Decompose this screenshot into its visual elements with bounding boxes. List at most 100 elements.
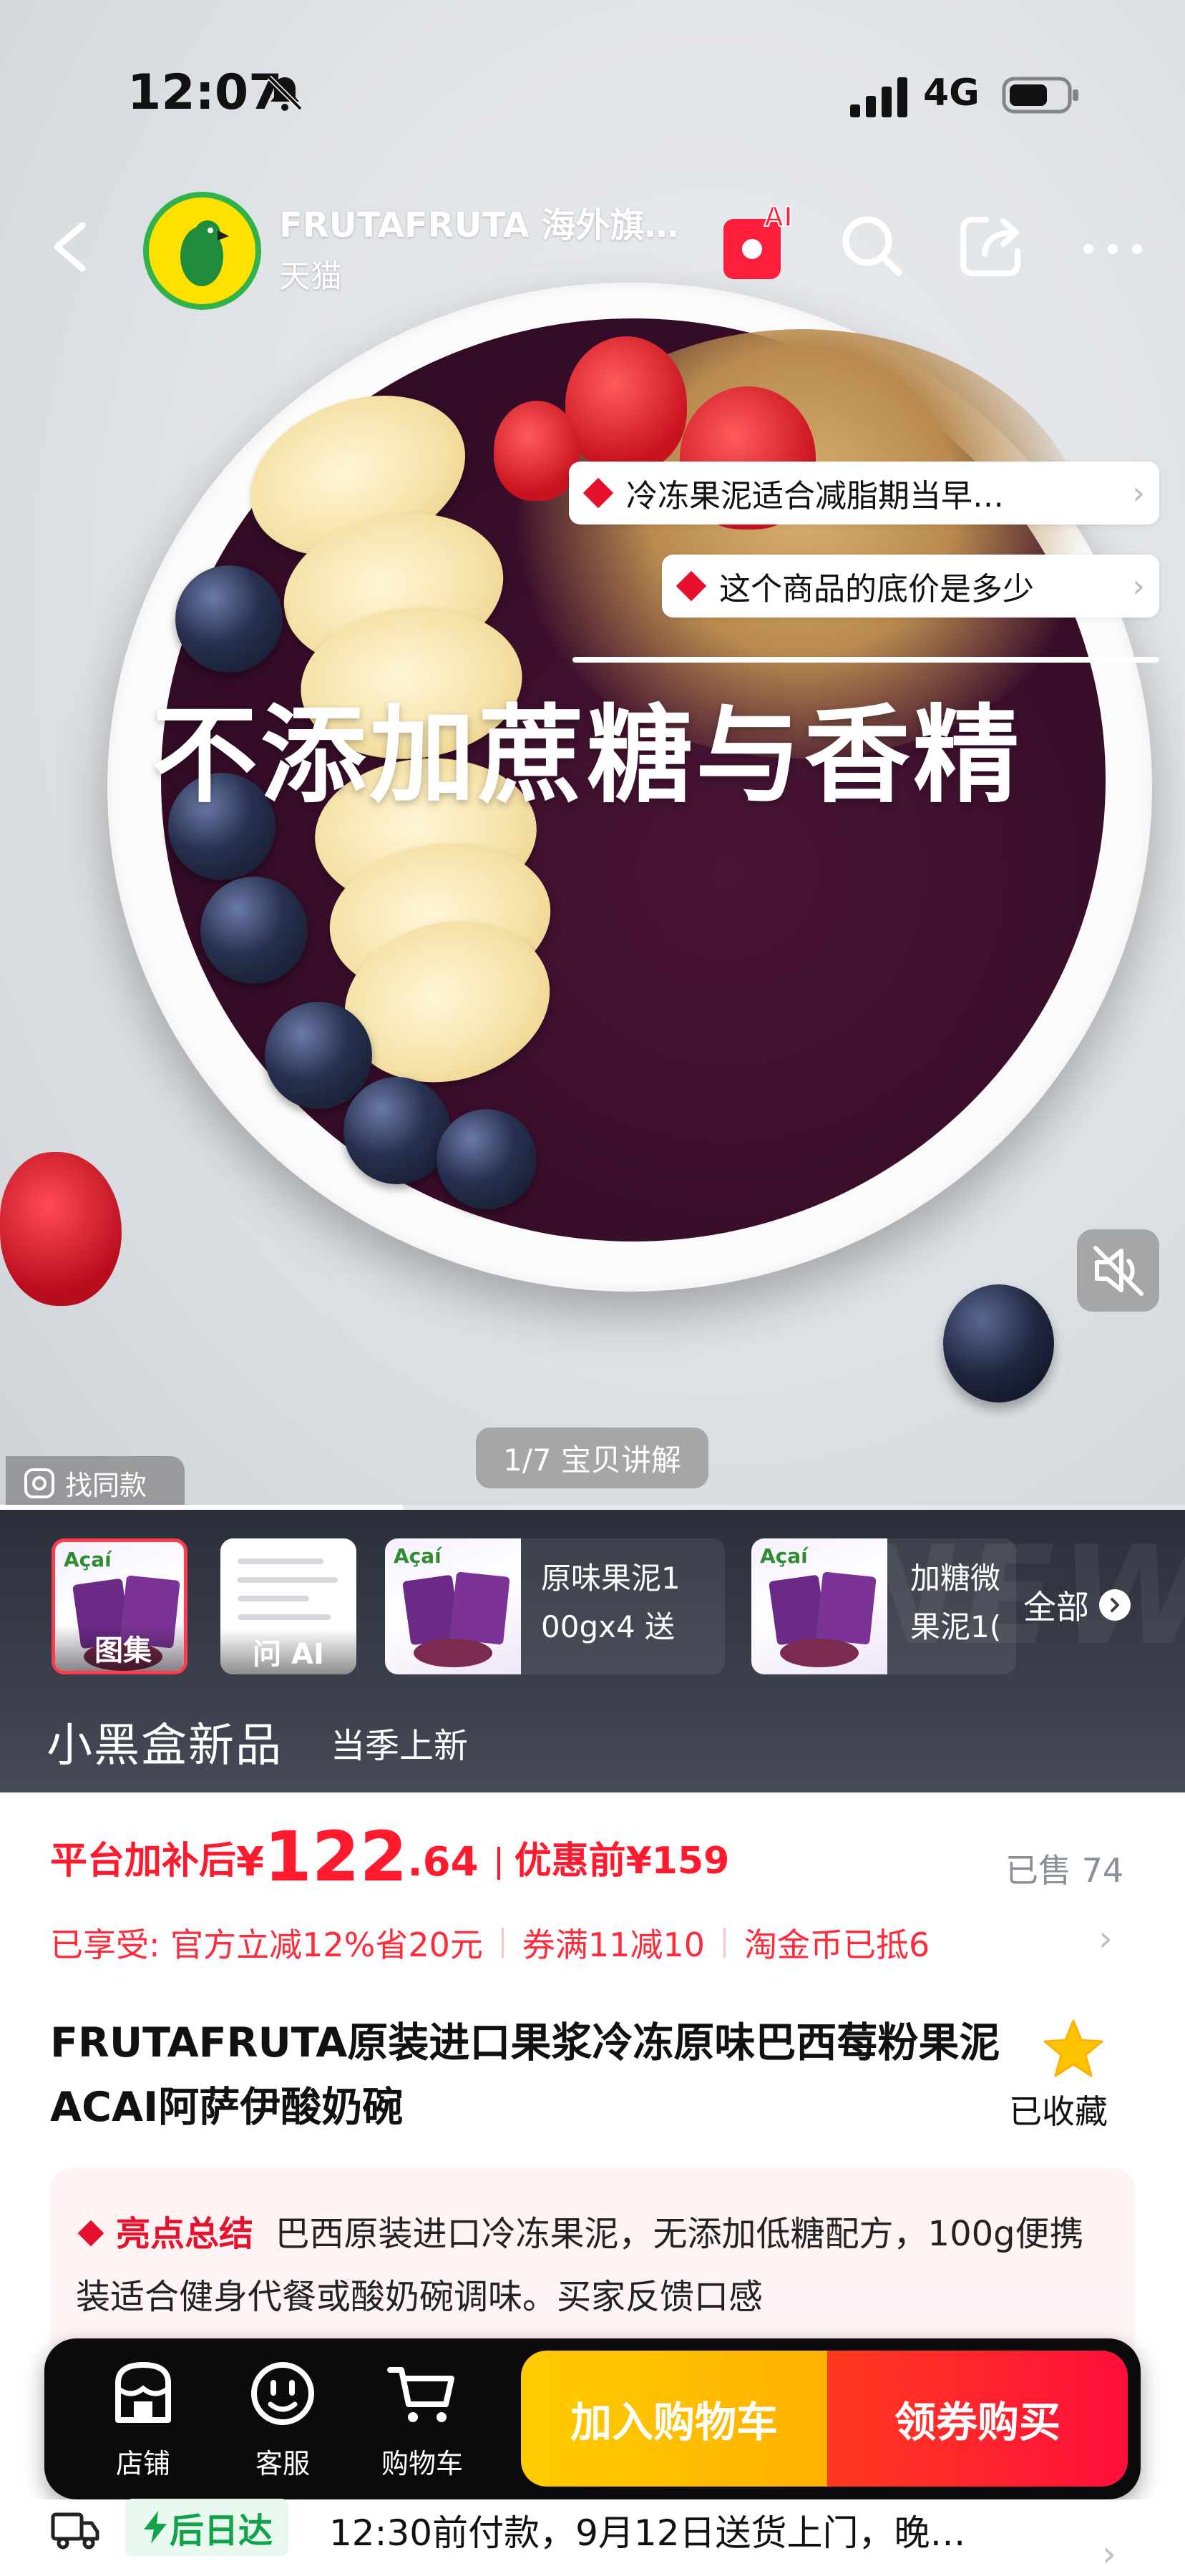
- cart-icon: [387, 2367, 454, 2422]
- thumb-brand: Açaí: [64, 1548, 112, 1571]
- divider: [572, 657, 1159, 663]
- page-indicator: 1/7 宝贝讲解: [476, 1428, 708, 1488]
- speaker-muted-icon: [1093, 1246, 1143, 1296]
- promo-item: 已享受: 官方立减12%省20元: [50, 1926, 483, 1964]
- blueberry-image: [437, 1109, 537, 1209]
- buy-now-button[interactable]: 领券购买: [827, 2351, 1128, 2487]
- original-price: 优惠前¥159: [514, 1840, 730, 1883]
- question-text: 这个商品的底价是多少: [719, 571, 1034, 608]
- chat-face-icon: [251, 2362, 314, 2425]
- thumb-brand: Açaí: [760, 1544, 808, 1568]
- delivery-badge: 后日达: [125, 2499, 289, 2556]
- diamond-icon: [77, 2220, 104, 2247]
- shipping-text: 12:30前付款，9月12日送货上门，晚…: [329, 2512, 966, 2554]
- back-icon[interactable]: [43, 215, 100, 279]
- search-icon[interactable]: [837, 211, 905, 279]
- customer-service-button[interactable]: 客服: [233, 2354, 333, 2490]
- section-subtitle: 当季上新: [331, 1726, 469, 1766]
- lightning-icon: [144, 2511, 167, 2544]
- status-time: 12:07: [127, 64, 283, 121]
- price-label: 平台加补后: [50, 1840, 237, 1883]
- price-decimal: .64: [407, 1839, 479, 1885]
- shop-platform: 天猫: [279, 258, 342, 295]
- variant-name: 原味果泥1 00gx4 送: [541, 1554, 681, 1652]
- camera-search-icon: [24, 1468, 54, 1498]
- divider: [723, 1928, 726, 1958]
- cart-label: 购物车: [381, 2448, 463, 2479]
- mute-button[interactable]: [1077, 1229, 1159, 1312]
- blueberry-image: [200, 877, 308, 984]
- strawberry-image: [494, 401, 580, 501]
- question-chip[interactable]: 冷冻果泥适合减脂期当早… ›: [569, 462, 1159, 525]
- find-similar-label: 找同款: [65, 1470, 147, 1501]
- question-text: 冷冻果泥适合减脂期当早…: [626, 478, 1004, 514]
- signal-strength-icon: [850, 77, 907, 117]
- highlights-heading: 亮点总结: [116, 2214, 254, 2254]
- variant-line: 果泥1(: [910, 1609, 1002, 1644]
- blueberry-image: [175, 565, 283, 673]
- price-currency: ¥: [236, 1839, 264, 1885]
- delivery-truck-icon: [51, 2512, 99, 2550]
- chevron-right-icon[interactable]: ›: [1098, 1918, 1113, 1959]
- chevron-right-icon[interactable]: ›: [1102, 2533, 1116, 2575]
- sold-count: 已售 74: [1005, 1851, 1124, 1890]
- chevron-right-icon: ›: [1132, 474, 1145, 512]
- find-similar-button[interactable]: 找同款: [6, 1456, 185, 1510]
- strawberry-image: [565, 336, 687, 472]
- product-title: FRUTAFRUTA原装进口果浆冷冻原味巴西莓粉果泥ACAI阿萨伊酸奶碗: [50, 2019, 1000, 2131]
- share-icon[interactable]: [957, 211, 1025, 279]
- variant-line: 加糖微: [910, 1561, 1001, 1596]
- star-icon[interactable]: [1041, 2016, 1106, 2081]
- shop-name[interactable]: FRUTAFRUTA 海外旗…: [279, 197, 694, 247]
- delivery-badge-label: 后日达: [170, 2511, 273, 2551]
- chevron-right-icon: [1099, 1589, 1131, 1621]
- thumb-variant[interactable]: Açaí 原味果泥1 00gx4 送: [385, 1538, 725, 1674]
- store-icon: [115, 2362, 171, 2423]
- network-type: 4G: [923, 72, 980, 114]
- variant-name: 加糖微 果泥1(: [910, 1554, 1001, 1652]
- product-media[interactable]: 12:07 4G FRUTAFRUTA 海外旗… 天猫 AI 冷冻果泥适合减脂期…: [0, 0, 1185, 1510]
- variant-thumbnail-image: Açaí: [751, 1538, 887, 1674]
- promo-item: 淘金币已抵6: [743, 1926, 930, 1964]
- service-label: 客服: [255, 2448, 310, 2479]
- bell-off-icon: [267, 75, 303, 111]
- battery-icon: [1002, 77, 1078, 114]
- highlights-text: 亮点总结 巴西原装进口冷冻果泥，无添加低糖配方，100g便携装适合健身代餐或酸奶…: [76, 2202, 1106, 2328]
- more-icon[interactable]: [1077, 215, 1149, 279]
- thumb-label: 问 AI: [220, 1629, 356, 1674]
- add-to-cart-button[interactable]: 加入购物车: [521, 2351, 827, 2487]
- cart-button[interactable]: 购物车: [372, 2354, 472, 2490]
- price-integer: 122: [263, 1817, 408, 1897]
- section-title: 小黑盒新品: [47, 1719, 283, 1772]
- raspberry-image: [0, 1152, 122, 1306]
- promo-row[interactable]: 已享受: 官方立减12%省20元 券满11减10 淘金币已抵6: [50, 1918, 1138, 1968]
- variant-line: 00gx4 送: [541, 1609, 676, 1644]
- variant-line: 原味果泥1: [541, 1561, 681, 1596]
- media-overlay-title: 不添加蔗糖与香精: [152, 694, 1022, 817]
- price-line: 平台加补后 ¥ 122 .64 优惠前¥159: [50, 1814, 729, 1893]
- ai-badge: AI: [764, 202, 792, 233]
- blueberry-image: [943, 1284, 1054, 1402]
- thumb-gallery[interactable]: Açaí 图集: [52, 1538, 187, 1674]
- promo-item: 券满11减10: [522, 1926, 705, 1964]
- divider: [497, 1847, 500, 1880]
- shop-logo[interactable]: [143, 192, 261, 310]
- variant-thumbnail-image: Açaí: [385, 1538, 521, 1674]
- divider: [501, 1928, 504, 1958]
- media-progress-fill: [0, 1505, 404, 1510]
- thumb-ask-ai[interactable]: 问 AI: [220, 1538, 356, 1674]
- ai-assistant-icon[interactable]: AI: [719, 202, 798, 284]
- diamond-icon: [582, 477, 614, 509]
- diamond-icon: [676, 570, 707, 602]
- shop-label: 店铺: [115, 2448, 170, 2479]
- thumb-brand: Açaí: [394, 1544, 442, 1568]
- thumb-label: 图集: [55, 1625, 184, 1671]
- all-media-button[interactable]: 全部: [1023, 1581, 1131, 1629]
- parrot-logo-icon: [149, 197, 255, 303]
- chevron-right-icon: ›: [1132, 567, 1145, 605]
- question-chip[interactable]: 这个商品的底价是多少 ›: [662, 555, 1159, 618]
- blueberry-image: [343, 1077, 451, 1184]
- favorite-label[interactable]: 已收藏: [1009, 2086, 1108, 2133]
- shop-button[interactable]: 店铺: [93, 2354, 193, 2490]
- thumb-variant[interactable]: Açaí 加糖微 果泥1(: [751, 1538, 1016, 1674]
